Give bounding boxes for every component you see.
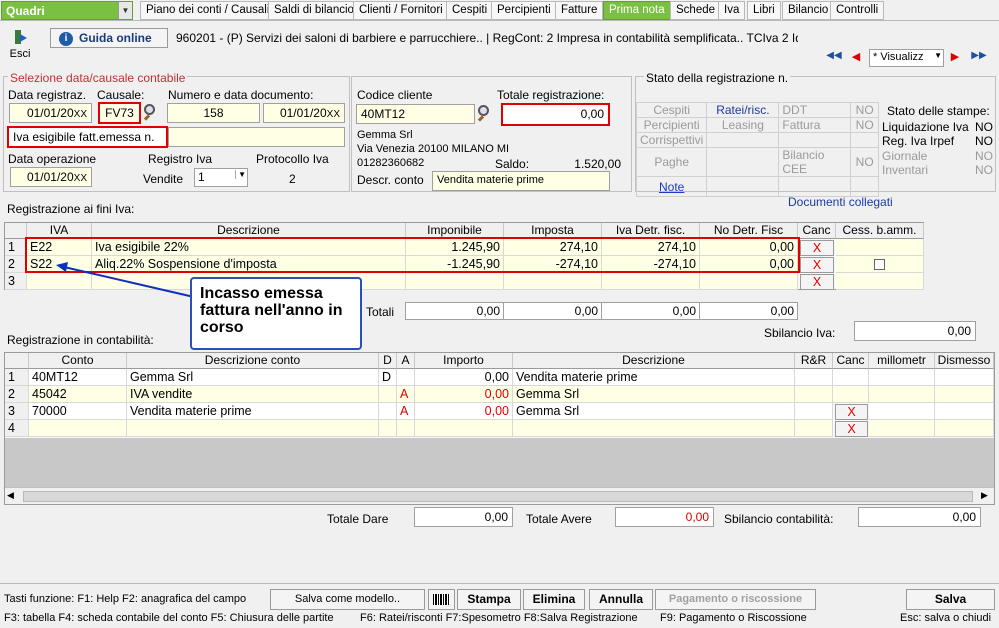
- cont-d-cell[interactable]: [379, 386, 397, 403]
- cont-millometr-cell[interactable]: [869, 403, 935, 420]
- cont-dismesso-cell[interactable]: [935, 420, 994, 437]
- callout-text: Incasso emessa fattura nell'anno in cors…: [200, 285, 343, 336]
- cont-millometr-cell[interactable]: [869, 369, 935, 386]
- cont-conto-cell[interactable]: 45042: [29, 386, 127, 403]
- print-button[interactable]: Stampa: [457, 589, 521, 610]
- cont-desc-cell[interactable]: [127, 420, 379, 437]
- cont-a-cell[interactable]: A: [397, 403, 415, 420]
- cont-rr-cell[interactable]: [795, 386, 833, 403]
- cont-desc-cell[interactable]: Gemma Srl: [127, 369, 379, 386]
- cont-delete-button[interactable]: X: [835, 421, 868, 437]
- function-keys-4: F9: Pagamento o Riscossione: [660, 612, 807, 624]
- cont-a-cell[interactable]: [397, 369, 415, 386]
- function-keys-3: F6: Ratei/risconti F7:Spesometro F8:Salv…: [360, 612, 638, 624]
- save-as-template-button[interactable]: Salva come modello..: [270, 589, 425, 610]
- cont-header-canc: Canc: [833, 353, 869, 369]
- cont-header-descrizione: Descrizione: [513, 353, 795, 369]
- cont-millometr-cell[interactable]: [869, 420, 935, 437]
- cont-header-dismesso: Dismesso: [935, 353, 994, 369]
- cont-canc-cell[interactable]: [833, 386, 869, 403]
- scroll-thumb[interactable]: [23, 491, 973, 502]
- scroll-right-icon[interactable]: ▶: [981, 490, 988, 501]
- delete-button[interactable]: Elimina: [523, 589, 585, 610]
- cont-header-millometr: millometr: [869, 353, 935, 369]
- cont-importo-cell[interactable]: 0,00: [415, 386, 513, 403]
- cont-header-rr: R&R: [795, 353, 833, 369]
- cont-d-cell[interactable]: D: [379, 369, 397, 386]
- cont-importo-cell[interactable]: 0,00: [415, 403, 513, 420]
- scroll-left-icon[interactable]: ◀: [7, 490, 14, 501]
- cont-dismesso-cell[interactable]: [935, 369, 994, 386]
- cont-hscrollbar[interactable]: ◀ ▶: [5, 487, 994, 504]
- save-button[interactable]: Salva: [906, 589, 995, 610]
- bottom-divider: [0, 583, 999, 584]
- esc-hint: Esc: salva o chiudi: [900, 612, 992, 624]
- cont-dismesso-cell[interactable]: [935, 403, 994, 420]
- cont-descrizione-cell[interactable]: Vendita materie prime: [513, 369, 795, 386]
- cont-descrizione-cell[interactable]: Gemma Srl: [513, 403, 795, 420]
- function-keys-1: Tasti funzione: F1: Help F2: anagrafica …: [4, 593, 247, 605]
- cont-d-cell[interactable]: [379, 403, 397, 420]
- cont-delete-button[interactable]: X: [835, 404, 868, 420]
- cont-desc-cell[interactable]: IVA vendite: [127, 386, 379, 403]
- cont-conto-cell[interactable]: 70000: [29, 403, 127, 420]
- barcode-icon[interactable]: [428, 589, 455, 610]
- sbilancio-cont-label: Sbilancio contabilità:: [724, 512, 834, 526]
- cont-conto-cell[interactable]: [29, 420, 127, 437]
- cont-rr-cell[interactable]: [795, 369, 833, 386]
- cont-header-rownum: [5, 353, 29, 369]
- cont-descrizione-cell[interactable]: Gemma Srl: [513, 386, 795, 403]
- payment-button[interactable]: Pagamento o riscossione: [655, 589, 816, 610]
- cont-rownum: 3: [5, 403, 29, 420]
- cont-d-cell[interactable]: [379, 420, 397, 437]
- callout-arrow: [56, 262, 195, 298]
- cont-rownum: 1: [5, 369, 29, 386]
- cont-millometr-cell[interactable]: [869, 386, 935, 403]
- cont-conto-cell[interactable]: 40MT12: [29, 369, 127, 386]
- sbilancio-cont-value: 0,00: [858, 507, 981, 527]
- cont-rownum: 4: [5, 420, 29, 437]
- callout-box: Incasso emessa fattura nell'anno in cors…: [190, 277, 362, 350]
- cont-rr-cell[interactable]: [795, 420, 833, 437]
- tot-avere-value: 0,00: [615, 507, 714, 527]
- cont-a-cell[interactable]: A: [397, 386, 415, 403]
- cont-a-cell[interactable]: [397, 420, 415, 437]
- cont-desc-cell[interactable]: Vendita materie prime: [127, 403, 379, 420]
- cont-importo-cell[interactable]: [415, 420, 513, 437]
- cont-grid: Conto Descrizione conto D A Importo Desc…: [4, 352, 995, 505]
- cont-rownum: 2: [5, 386, 29, 403]
- tot-dare-label: Totale Dare: [327, 512, 389, 526]
- cont-header-a: A: [397, 353, 415, 369]
- cont-importo-cell[interactable]: 0,00: [415, 369, 513, 386]
- function-keys-2: F3: tabella F4: scheda contabile del con…: [4, 612, 334, 624]
- cancel-button[interactable]: Annulla: [589, 589, 653, 610]
- cont-rr-cell[interactable]: [795, 403, 833, 420]
- cont-header-importo: Importo: [415, 353, 513, 369]
- tot-dare-value: 0,00: [414, 507, 513, 527]
- cont-header-conto: Conto: [29, 353, 127, 369]
- cont-dismesso-cell[interactable]: [935, 386, 994, 403]
- cont-header-d: D: [379, 353, 397, 369]
- cont-descrizione-cell[interactable]: [513, 420, 795, 437]
- cont-title: Registrazione in contabilità:: [7, 333, 154, 347]
- tot-avere-label: Totale Avere: [526, 512, 592, 526]
- cont-canc-cell[interactable]: [833, 369, 869, 386]
- cont-header-desc: Descrizione conto: [127, 353, 379, 369]
